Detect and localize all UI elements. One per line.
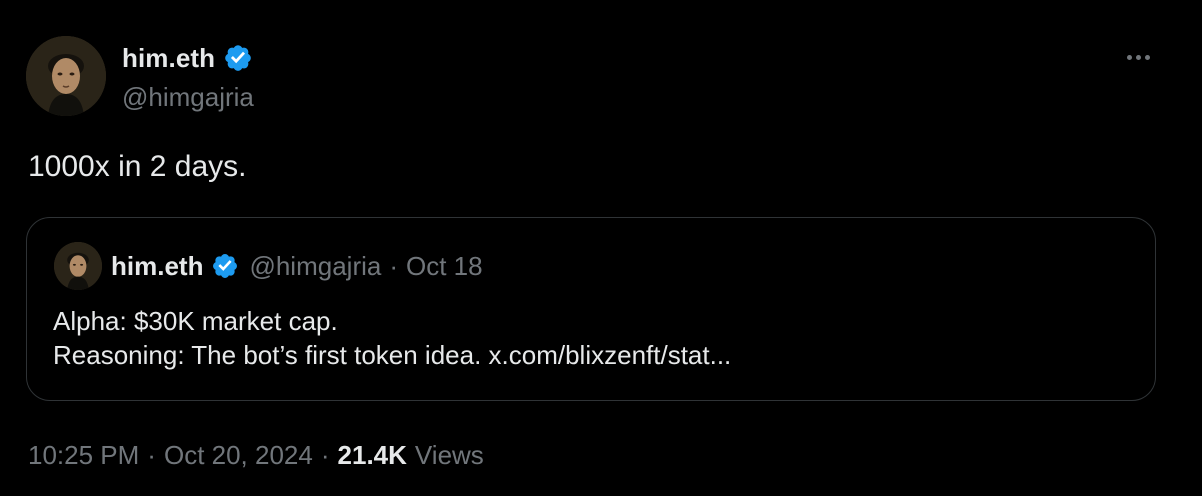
separator-dot: ·	[320, 440, 330, 470]
tweet-text: 1000x in 2 days.	[28, 150, 247, 183]
portrait-icon	[26, 36, 106, 116]
quoted-tweet-date: Oct 18	[406, 250, 483, 281]
separator-dot: ·	[389, 250, 399, 281]
author-avatar[interactable]	[26, 36, 106, 116]
views-stat[interactable]: 21.4K Views	[338, 440, 484, 471]
quoted-tweet-line: Alpha: $30K market cap.	[53, 306, 338, 336]
tweet-article: him.eth @himgajria 1000x in 2 days. him.…	[0, 0, 1202, 496]
quoted-author-avatar	[54, 242, 102, 290]
quoted-author-display-name: him.eth	[111, 250, 204, 281]
tweet-date[interactable]: Oct 20, 2024	[164, 440, 313, 471]
dot-icon	[1144, 54, 1150, 60]
more-options-button[interactable]	[1120, 42, 1156, 72]
quoted-author-handle: @himgajria	[249, 250, 382, 281]
author-display-name[interactable]: him.eth	[122, 43, 215, 74]
separator-dot: ·	[147, 440, 156, 470]
verified-badge-icon[interactable]	[223, 43, 253, 73]
author-name-row: him.eth	[122, 40, 253, 76]
tweet-metadata: 10:25 PM · Oct 20, 2024 · 21.4K Views	[28, 440, 484, 471]
dot-icon	[1126, 54, 1132, 60]
verified-badge-icon	[213, 254, 238, 278]
author-handle[interactable]: @himgajria	[122, 82, 254, 113]
quoted-tweet-text: Alpha: $30K market cap. Reasoning: The b…	[53, 304, 731, 372]
dot-icon	[1135, 54, 1141, 60]
quoted-tweet-line: Reasoning: The bot’s first token idea. x…	[53, 340, 732, 370]
quoted-tweet-header: him.eth @himgajria · Oct 18	[111, 248, 483, 284]
views-label: Views	[414, 440, 484, 470]
portrait-icon	[54, 242, 102, 290]
views-count: 21.4K	[337, 440, 407, 470]
tweet-time[interactable]: 10:25 PM	[28, 440, 139, 471]
quoted-tweet-card[interactable]: him.eth @himgajria · Oct 18 Alpha: $30K …	[26, 217, 1156, 401]
